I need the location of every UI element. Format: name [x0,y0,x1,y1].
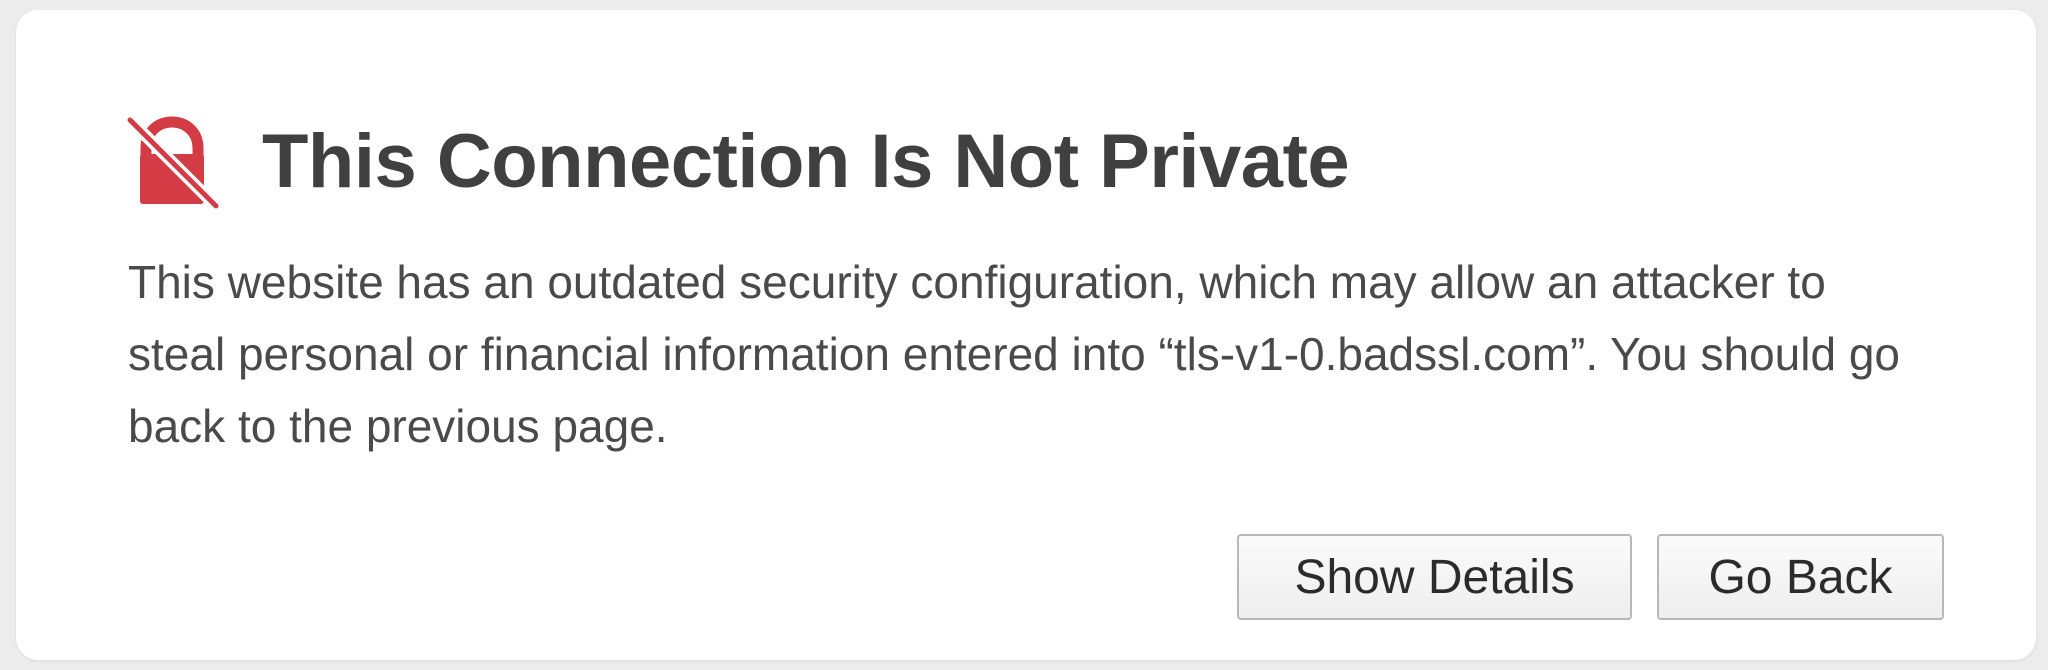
show-details-button[interactable]: Show Details [1237,534,1632,620]
go-back-button[interactable]: Go Back [1657,534,1944,620]
warning-message: This website has an outdated security co… [128,256,1900,452]
broken-lock-icon [124,114,220,210]
warning-card: This Connection Is Not Private This webs… [16,10,2036,660]
page-title: This Connection Is Not Private [262,119,1350,204]
